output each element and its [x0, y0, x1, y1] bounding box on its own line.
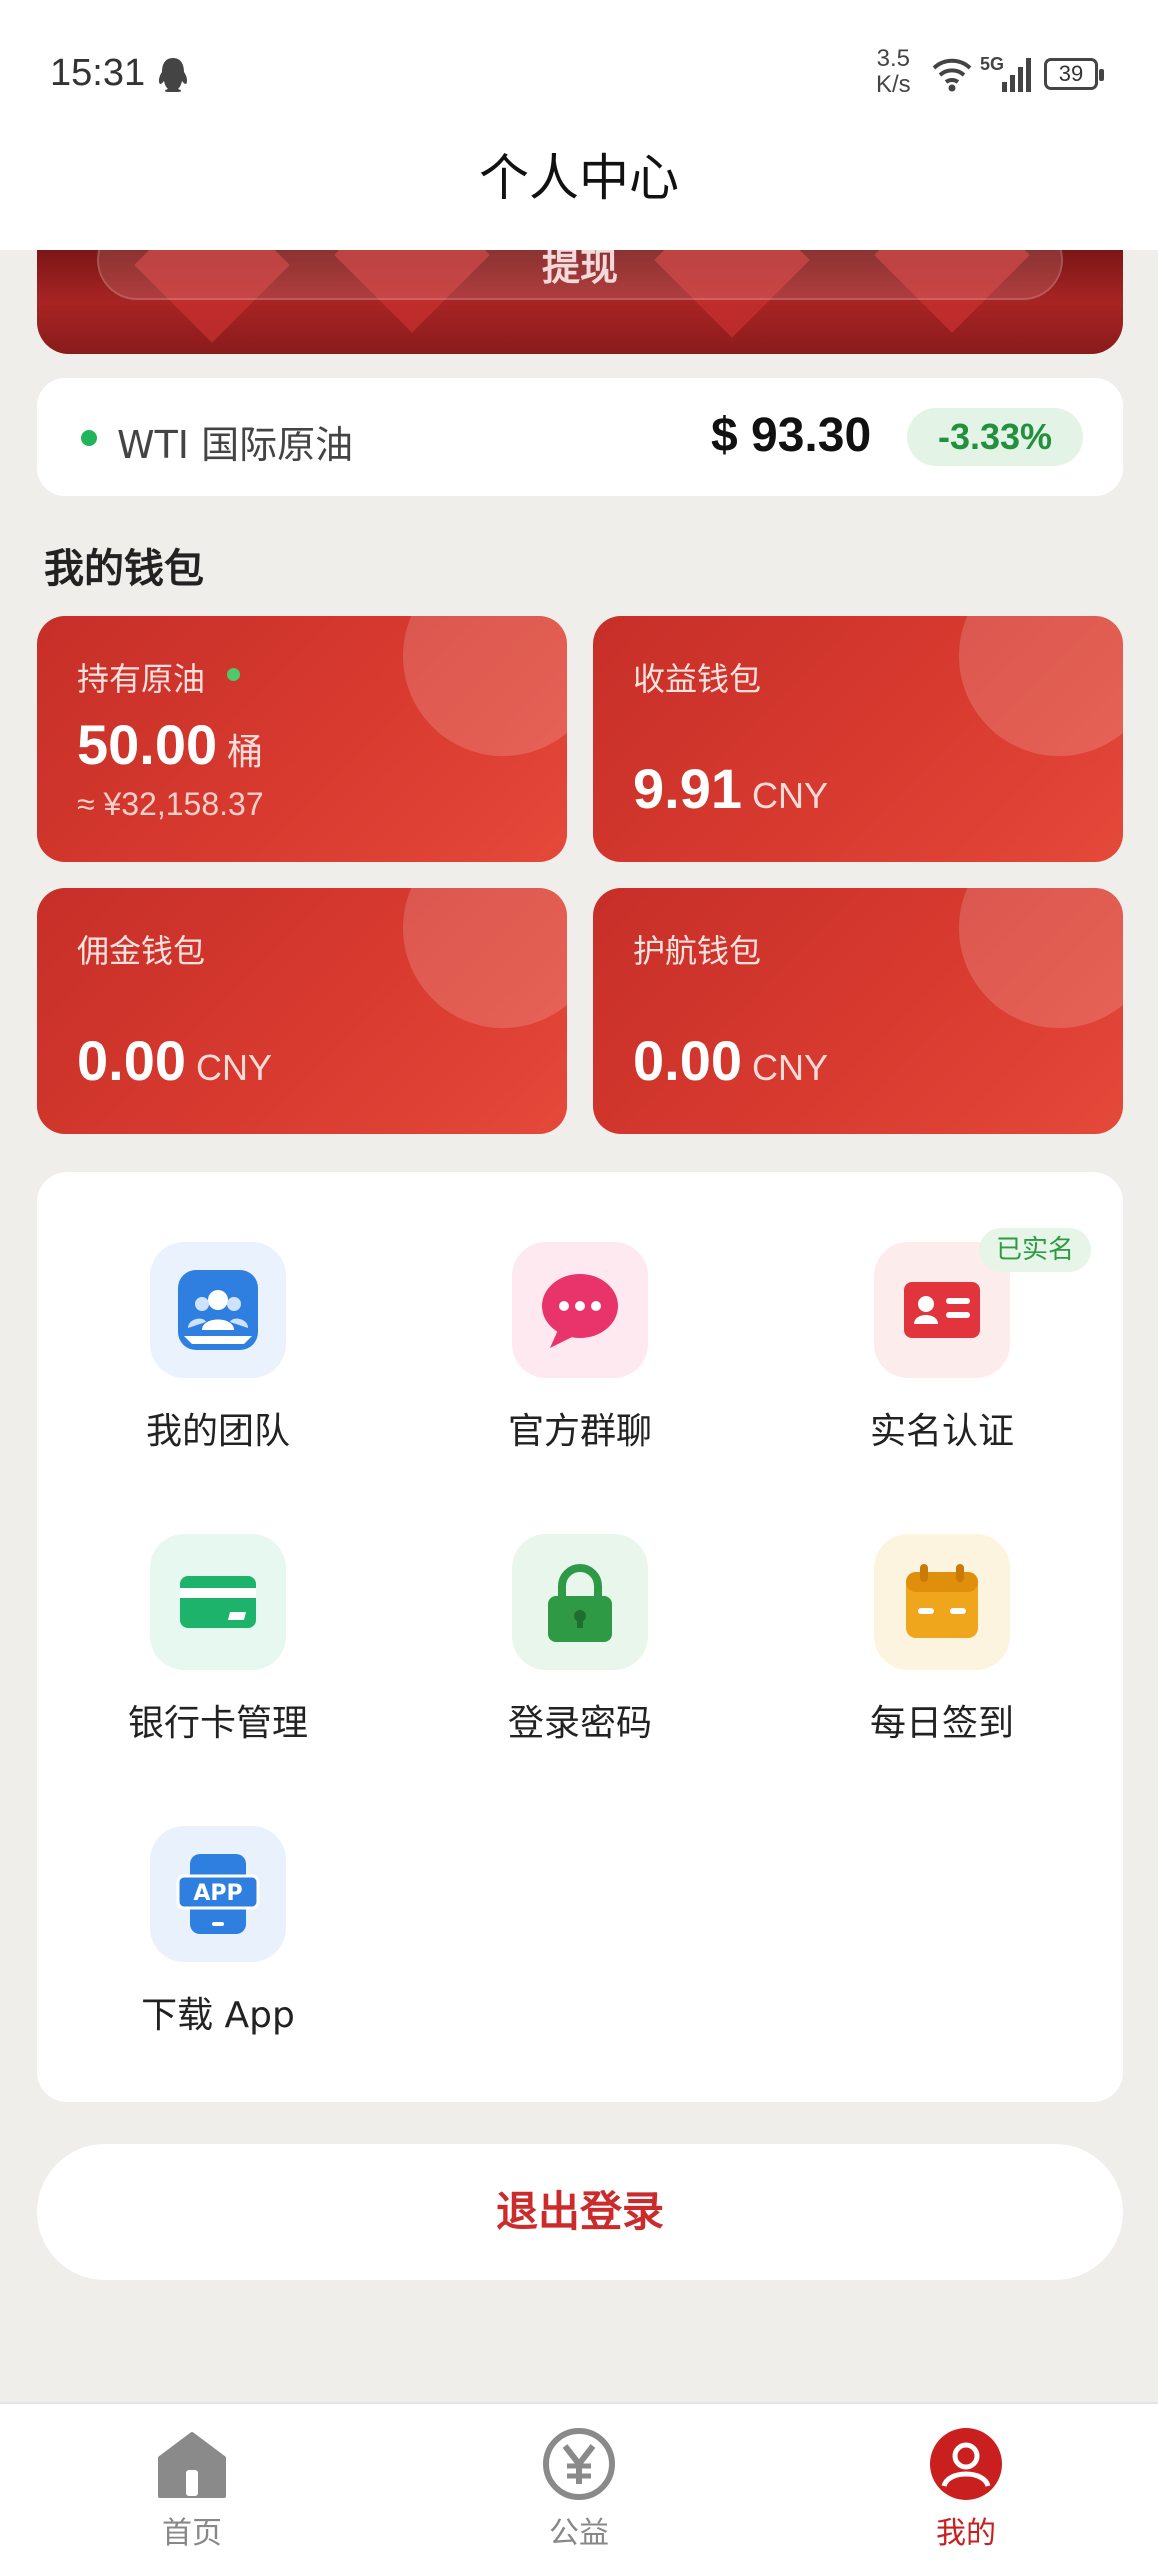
card-decoration	[959, 616, 1123, 756]
menu-label: 我的团队	[145, 1411, 290, 1452]
menu-label: 登录密码	[507, 1703, 652, 1744]
wallet-card-amount: 0.00 CNY	[77, 1028, 272, 1093]
amount-value: 9.91	[633, 757, 742, 820]
calendar-icon	[874, 1534, 1010, 1670]
wallet-section-title: 我的钱包	[44, 546, 204, 592]
wallet-card-income[interactable]: 收益钱包 9.91 CNY	[593, 616, 1123, 862]
menu-label: 官方群聊	[507, 1411, 652, 1452]
wallet-card-amount: 50.00 桶	[77, 712, 263, 777]
lock-icon	[512, 1534, 648, 1670]
wallet-card-label: 护航钱包	[633, 932, 762, 970]
bottom-tab-bar: 首页 公益 我的	[0, 2402, 1158, 2560]
wallet-card-approx: ≈ ¥32,158.37	[77, 786, 264, 822]
wallet-card-label: 收益钱包	[633, 660, 762, 698]
menu-label: 实名认证	[869, 1411, 1014, 1452]
amount-unit: CNY	[752, 1047, 829, 1088]
card-decoration	[959, 888, 1123, 1028]
amount-value: 0.00	[77, 1029, 186, 1092]
tab-label: 首页	[162, 2516, 222, 2551]
bank-card-icon	[150, 1534, 286, 1670]
tab-home[interactable]: 首页	[92, 2426, 292, 2556]
tab-label: 公益	[549, 2516, 609, 2551]
wallet-card-amount: 9.91 CNY	[633, 756, 828, 821]
menu-item-bank-card[interactable]: 银行卡管理	[63, 1534, 363, 1754]
wallet-card-label: 持有原油	[77, 660, 206, 698]
yuan-icon	[543, 2428, 615, 2500]
card-decoration	[403, 888, 567, 1028]
app-download-icon: APP	[150, 1826, 286, 1962]
page-title: 个人中心	[479, 149, 679, 207]
tab-charity[interactable]: 公益	[479, 2426, 679, 2556]
menu-label: 银行卡管理	[127, 1703, 308, 1744]
status-time: 15:31	[50, 52, 146, 94]
battery-icon: 39	[1044, 58, 1104, 90]
verified-badge: 已实名	[979, 1228, 1091, 1272]
promo-banner: 提现	[37, 250, 1123, 354]
ticker-name: WTI 国际原油	[117, 423, 354, 467]
wallet-card-commission[interactable]: 佣金钱包 0.00 CNY	[37, 888, 567, 1134]
withdraw-button[interactable]: 提现	[97, 250, 1063, 300]
svg-text:APP: APP	[193, 1881, 242, 1906]
menu-item-daily-checkin[interactable]: 每日签到	[787, 1534, 1087, 1754]
qq-icon	[158, 58, 188, 92]
home-icon	[158, 2432, 226, 2498]
menu-item-login-password[interactable]: 登录密码	[425, 1534, 725, 1754]
menu-item-team[interactable]: 我的团队	[63, 1242, 363, 1462]
menu-label: 每日签到	[869, 1703, 1014, 1744]
ticker-change-badge: -3.33%	[907, 408, 1083, 466]
speed-unit: K/s	[876, 71, 911, 98]
tab-label: 我的	[936, 2516, 996, 2551]
amount-value: 0.00	[633, 1029, 742, 1092]
signal-icon	[1002, 58, 1031, 92]
ticker-price: $ 93.30	[711, 409, 872, 462]
amount-value: 50.00	[77, 713, 218, 776]
amount-unit: CNY	[752, 775, 829, 816]
live-status-dot	[81, 430, 97, 446]
oil-price-ticker[interactable]: WTI 国际原油 $ 93.30 -3.33%	[37, 378, 1123, 496]
user-icon	[930, 2428, 1002, 2500]
wallet-card-label: 佣金钱包	[77, 932, 206, 970]
online-dot	[227, 668, 240, 681]
wallet-card-escort[interactable]: 护航钱包 0.00 CNY	[593, 888, 1123, 1134]
wifi-icon	[932, 58, 972, 92]
menu-item-download-app[interactable]: APP 下载 App	[63, 1826, 363, 2046]
wallet-card-amount: 0.00 CNY	[633, 1028, 828, 1093]
tab-mine[interactable]: 我的	[866, 2426, 1066, 2556]
amount-unit: CNY	[196, 1047, 273, 1088]
menu-item-group-chat[interactable]: 官方群聊	[425, 1242, 725, 1462]
network-speed: 3.5 K/s	[876, 46, 911, 98]
wallet-card-oil[interactable]: 持有原油 50.00 桶 ≈ ¥32,158.37	[37, 616, 567, 862]
chat-icon	[512, 1242, 648, 1378]
amount-unit: 桶	[227, 731, 264, 772]
team-icon	[150, 1242, 286, 1378]
function-menu: 我的团队 官方群聊 实名认证 已实名 银行卡管理 登录密码 每日签到 APP 下…	[37, 1172, 1123, 2102]
nav-header: 个人中心	[0, 130, 1158, 250]
speed-value: 3.5	[876, 45, 911, 72]
logout-button[interactable]: 退出登录	[37, 2144, 1123, 2280]
menu-item-real-name[interactable]: 实名认证	[787, 1242, 1087, 1462]
menu-label: 下载 App	[141, 1995, 295, 2036]
status-bar: 15:31 3.5 K/s 5G 39	[0, 0, 1158, 130]
card-decoration	[403, 616, 567, 756]
